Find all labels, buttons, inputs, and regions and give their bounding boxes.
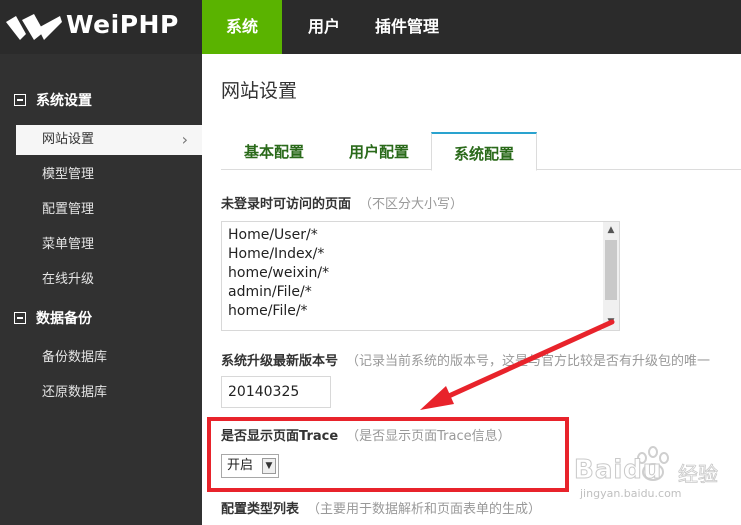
scrollbar-thumb[interactable] [605, 240, 617, 300]
version-input[interactable]: 20140325 [221, 376, 331, 408]
textarea-line: Home/User/* [228, 227, 318, 243]
sidebar-group-label: 系统设置 [36, 93, 92, 109]
watermark-url: jingyan.baidu.com [580, 487, 682, 500]
page-title: 网站设置 [221, 80, 298, 102]
sidebar-item-online-upgrade[interactable]: 在线升级 [0, 265, 202, 295]
field-hint: （不区分大小写） [359, 197, 464, 212]
weiphp-logo-icon [6, 14, 62, 40]
sidebar-item-label: 菜单管理 [42, 237, 95, 252]
field-hint: （记录当前系统的版本号，这是与官方比较是否有升级包的唯一 [346, 354, 711, 369]
sidebar: 系统设置 网站设置 › 模型管理 配置管理 菜单管理 在线升级 数据备份 备份数… [0, 54, 202, 525]
sidebar-item-restore-database[interactable]: 还原数据库 [0, 378, 202, 408]
sidebar-item-label: 还原数据库 [42, 385, 108, 400]
top-bar: WeiPHP 系统 用户 插件管理 [0, 0, 741, 54]
field-label-text: 配置类型列表 [221, 502, 300, 517]
textarea-line: home/weixin/* [228, 265, 330, 281]
chevron-right-icon: › [181, 130, 188, 149]
field-label-public-pages: 未登录时可访问的页面 （不区分大小写） [221, 193, 463, 212]
collapse-icon [14, 94, 26, 106]
field-label-text: 未登录时可访问的页面 [221, 197, 352, 212]
sidebar-item-label: 配置管理 [42, 202, 95, 217]
sidebar-item-label: 模型管理 [42, 167, 95, 182]
sidebar-item-backup-database[interactable]: 备份数据库 [0, 343, 202, 373]
config-tabs: 基本配置 用户配置 系统配置 [221, 132, 741, 171]
scroll-down-icon[interactable]: ▼ [603, 317, 619, 327]
textarea-line: Home/Index/* [228, 246, 325, 262]
nav-user[interactable]: 用户 [292, 0, 356, 54]
watermark-brand: Baidu [573, 455, 663, 486]
textarea-line: admin/File/* [228, 284, 312, 300]
brand-name: WeiPHP [66, 10, 179, 39]
textarea-line: home/File/* [228, 303, 308, 319]
tab-user-config[interactable]: 用户配置 [329, 132, 429, 170]
sidebar-item-label: 网站设置 [42, 132, 95, 147]
tab-system-config[interactable]: 系统配置 [431, 132, 537, 171]
watermark-suffix: 经验 [678, 462, 719, 487]
field-label-text: 系统升级最新版本号 [221, 354, 339, 369]
sidebar-group-label: 数据备份 [36, 311, 92, 327]
sidebar-group-data-backup[interactable]: 数据备份 [14, 309, 92, 329]
tab-basic-config[interactable]: 基本配置 [221, 132, 327, 170]
field-label-config-types: 配置类型列表 （主要用于数据解析和页面表单的生成） [221, 498, 541, 517]
scroll-up-icon[interactable]: ▲ [603, 225, 619, 235]
sidebar-item-menu-management[interactable]: 菜单管理 [0, 230, 202, 260]
public-pages-textarea[interactable]: Home/User/* Home/Index/* home/weixin/* a… [221, 221, 620, 331]
sidebar-item-site-settings[interactable]: 网站设置 › [16, 125, 202, 155]
annotation-highlight-box [207, 417, 569, 492]
sidebar-item-label: 在线升级 [42, 272, 95, 287]
field-label-version: 系统升级最新版本号 （记录当前系统的版本号，这是与官方比较是否有升级包的唯一 [221, 350, 710, 369]
nav-plugin-management[interactable]: 插件管理 [362, 0, 452, 54]
collapse-icon [14, 312, 26, 324]
sidebar-group-system-settings[interactable]: 系统设置 [14, 91, 92, 111]
field-hint: （主要用于数据解析和页面表单的生成） [307, 502, 542, 517]
sidebar-item-config-management[interactable]: 配置管理 [0, 195, 202, 225]
logo[interactable]: WeiPHP [0, 0, 202, 54]
textarea-scrollbar[interactable]: ▲ ▼ [603, 222, 619, 330]
nav-system[interactable]: 系统 [202, 0, 282, 54]
textarea-content: Home/User/* Home/Index/* home/weixin/* a… [228, 226, 329, 321]
sidebar-item-label: 备份数据库 [42, 350, 108, 365]
sidebar-item-model-management[interactable]: 模型管理 [0, 160, 202, 190]
